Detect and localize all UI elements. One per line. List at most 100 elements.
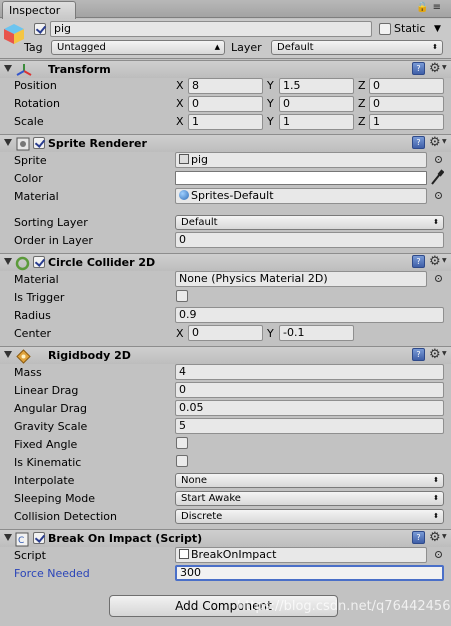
is-kinematic-checkbox[interactable] bbox=[176, 455, 188, 467]
rotation-z-field[interactable]: 0 bbox=[369, 96, 444, 112]
tab-menu-icon[interactable]: 🔒≡ bbox=[416, 2, 445, 13]
gravity-scale-field[interactable]: 5 bbox=[175, 418, 444, 434]
help-icon[interactable]: ? bbox=[412, 531, 425, 544]
help-icon[interactable]: ? bbox=[412, 255, 425, 268]
order-in-layer-label: Order in Layer bbox=[14, 234, 93, 247]
object-picker-icon[interactable] bbox=[435, 156, 442, 163]
static-checkbox[interactable] bbox=[379, 23, 391, 35]
center-y-field[interactable]: -0.1 bbox=[279, 325, 354, 341]
fixed-angle-checkbox[interactable] bbox=[176, 437, 188, 449]
sorting-layer-label: Sorting Layer bbox=[14, 216, 88, 229]
interpolate-label: Interpolate bbox=[14, 474, 75, 487]
object-header: pig Static ▼ Tag Untagged ▲ Layer Default… bbox=[0, 19, 451, 59]
object-picker-icon[interactable] bbox=[435, 275, 442, 282]
force-needed-field[interactable]: 300 bbox=[175, 565, 444, 581]
position-z-field[interactable]: 0 bbox=[369, 78, 444, 94]
transform-header[interactable]: Transform ? ⚙ ▼ bbox=[0, 60, 451, 78]
angular-drag-field[interactable]: 0.05 bbox=[175, 400, 444, 416]
help-icon[interactable]: ? bbox=[412, 348, 425, 361]
radius-field[interactable]: 0.9 bbox=[175, 307, 444, 323]
help-icon[interactable]: ? bbox=[412, 62, 425, 75]
position-x-field[interactable]: 8 bbox=[188, 78, 263, 94]
sorting-layer-dropdown[interactable]: Default ⬍ bbox=[175, 215, 444, 230]
is-trigger-label: Is Trigger bbox=[14, 291, 65, 304]
help-icon[interactable]: ? bbox=[412, 136, 425, 149]
gear-dropdown-icon[interactable]: ▼ bbox=[442, 350, 447, 357]
gear-dropdown-icon[interactable]: ▼ bbox=[442, 64, 447, 71]
active-checkbox[interactable] bbox=[34, 23, 46, 35]
mass-field[interactable]: 4 bbox=[175, 364, 444, 380]
interpolate-dropdown[interactable]: None ⬍ bbox=[175, 473, 444, 488]
sleeping-mode-dropdown[interactable]: Start Awake ⬍ bbox=[175, 491, 444, 506]
eyedropper-icon[interactable] bbox=[430, 169, 444, 185]
object-picker-icon[interactable] bbox=[435, 551, 442, 558]
tag-dropdown[interactable]: Untagged ▲ bbox=[51, 40, 225, 55]
static-label: Static bbox=[394, 22, 426, 35]
script-header[interactable]: C Break On Impact (Script) ? ⚙ ▼ bbox=[0, 529, 451, 547]
script-asset-icon bbox=[179, 549, 189, 559]
sprite-value: pig bbox=[191, 153, 209, 166]
scale-y-field[interactable]: 1 bbox=[279, 114, 354, 130]
gear-icon[interactable]: ⚙ bbox=[429, 61, 441, 76]
gear-icon[interactable]: ⚙ bbox=[429, 254, 441, 269]
center-x-field[interactable]: 0 bbox=[188, 325, 263, 341]
foldout-arrow-icon[interactable] bbox=[4, 65, 12, 72]
gravity-scale-label: Gravity Scale bbox=[14, 420, 88, 433]
is-trigger-checkbox[interactable] bbox=[176, 290, 188, 302]
color-field[interactable] bbox=[175, 171, 427, 185]
rigidbody-header[interactable]: Rigidbody 2D ? ⚙ ▼ bbox=[0, 346, 451, 364]
foldout-arrow-icon[interactable] bbox=[4, 351, 12, 358]
material-field[interactable]: Sprites-Default bbox=[175, 188, 427, 204]
script-label: Script bbox=[14, 549, 46, 562]
linear-drag-label: Linear Drag bbox=[14, 384, 79, 397]
fixed-angle-label: Fixed Angle bbox=[14, 438, 78, 451]
angular-drag-label: Angular Drag bbox=[14, 402, 87, 415]
script-value: BreakOnImpact bbox=[191, 548, 277, 561]
gear-icon[interactable]: ⚙ bbox=[429, 135, 441, 150]
position-y-field[interactable]: 1.5 bbox=[279, 78, 354, 94]
rotation-label: Rotation bbox=[14, 97, 61, 110]
tab-inspector[interactable]: Inspector bbox=[2, 1, 76, 19]
foldout-arrow-icon[interactable] bbox=[4, 258, 12, 265]
script-field[interactable]: BreakOnImpact bbox=[175, 547, 427, 563]
color-label: Color bbox=[14, 172, 43, 185]
layer-dropdown[interactable]: Default ⬍ bbox=[271, 40, 443, 55]
foldout-arrow-icon[interactable] bbox=[4, 139, 12, 146]
rotation-y-field[interactable]: 0 bbox=[279, 96, 354, 112]
sprite-renderer-enabled-checkbox[interactable] bbox=[33, 137, 45, 149]
rotation-x-field[interactable]: 0 bbox=[188, 96, 263, 112]
object-picker-icon[interactable] bbox=[435, 192, 442, 199]
mass-label: Mass bbox=[14, 366, 42, 379]
collider-material-field[interactable]: None (Physics Material 2D) bbox=[175, 271, 427, 287]
position-label: Position bbox=[14, 79, 57, 92]
inspector-window: Inspector 🔒≡ pig Static ▼ Tag Untagged ▲ … bbox=[0, 0, 451, 626]
gear-dropdown-icon[interactable]: ▼ bbox=[442, 257, 447, 264]
sleeping-mode-value: Start Awake bbox=[181, 493, 241, 504]
sprite-renderer-header[interactable]: Sprite Renderer ? ⚙ ▼ bbox=[0, 134, 451, 152]
tab-inspector-label: Inspector bbox=[9, 4, 61, 17]
scale-x-field[interactable]: 1 bbox=[188, 114, 263, 130]
circle-collider-enabled-checkbox[interactable] bbox=[33, 256, 45, 268]
tag-value: Untagged bbox=[57, 42, 106, 53]
order-in-layer-field[interactable]: 0 bbox=[175, 232, 444, 248]
gear-dropdown-icon[interactable]: ▼ bbox=[442, 138, 447, 145]
material-value: Sprites-Default bbox=[191, 189, 274, 202]
axis-z-label: Z bbox=[358, 79, 366, 92]
foldout-arrow-icon[interactable] bbox=[4, 534, 12, 541]
static-dropdown-icon[interactable]: ▼ bbox=[434, 24, 441, 34]
object-name-field[interactable]: pig bbox=[50, 21, 372, 37]
gear-icon[interactable]: ⚙ bbox=[429, 530, 441, 545]
scale-z-field[interactable]: 1 bbox=[369, 114, 444, 130]
rigidbody-icon bbox=[16, 349, 31, 364]
collision-detection-label: Collision Detection bbox=[14, 510, 118, 523]
collider-icon bbox=[15, 256, 30, 271]
axis-y-label: Y bbox=[267, 79, 274, 92]
collision-detection-dropdown[interactable]: Discrete ⬍ bbox=[175, 509, 444, 524]
gear-dropdown-icon[interactable]: ▼ bbox=[442, 533, 447, 540]
sprite-field[interactable]: pig bbox=[175, 152, 427, 168]
linear-drag-field[interactable]: 0 bbox=[175, 382, 444, 398]
circle-collider-header[interactable]: Circle Collider 2D ? ⚙ ▼ bbox=[0, 253, 451, 271]
scale-label: Scale bbox=[14, 115, 44, 128]
gear-icon[interactable]: ⚙ bbox=[429, 347, 441, 362]
script-enabled-checkbox[interactable] bbox=[33, 532, 45, 544]
